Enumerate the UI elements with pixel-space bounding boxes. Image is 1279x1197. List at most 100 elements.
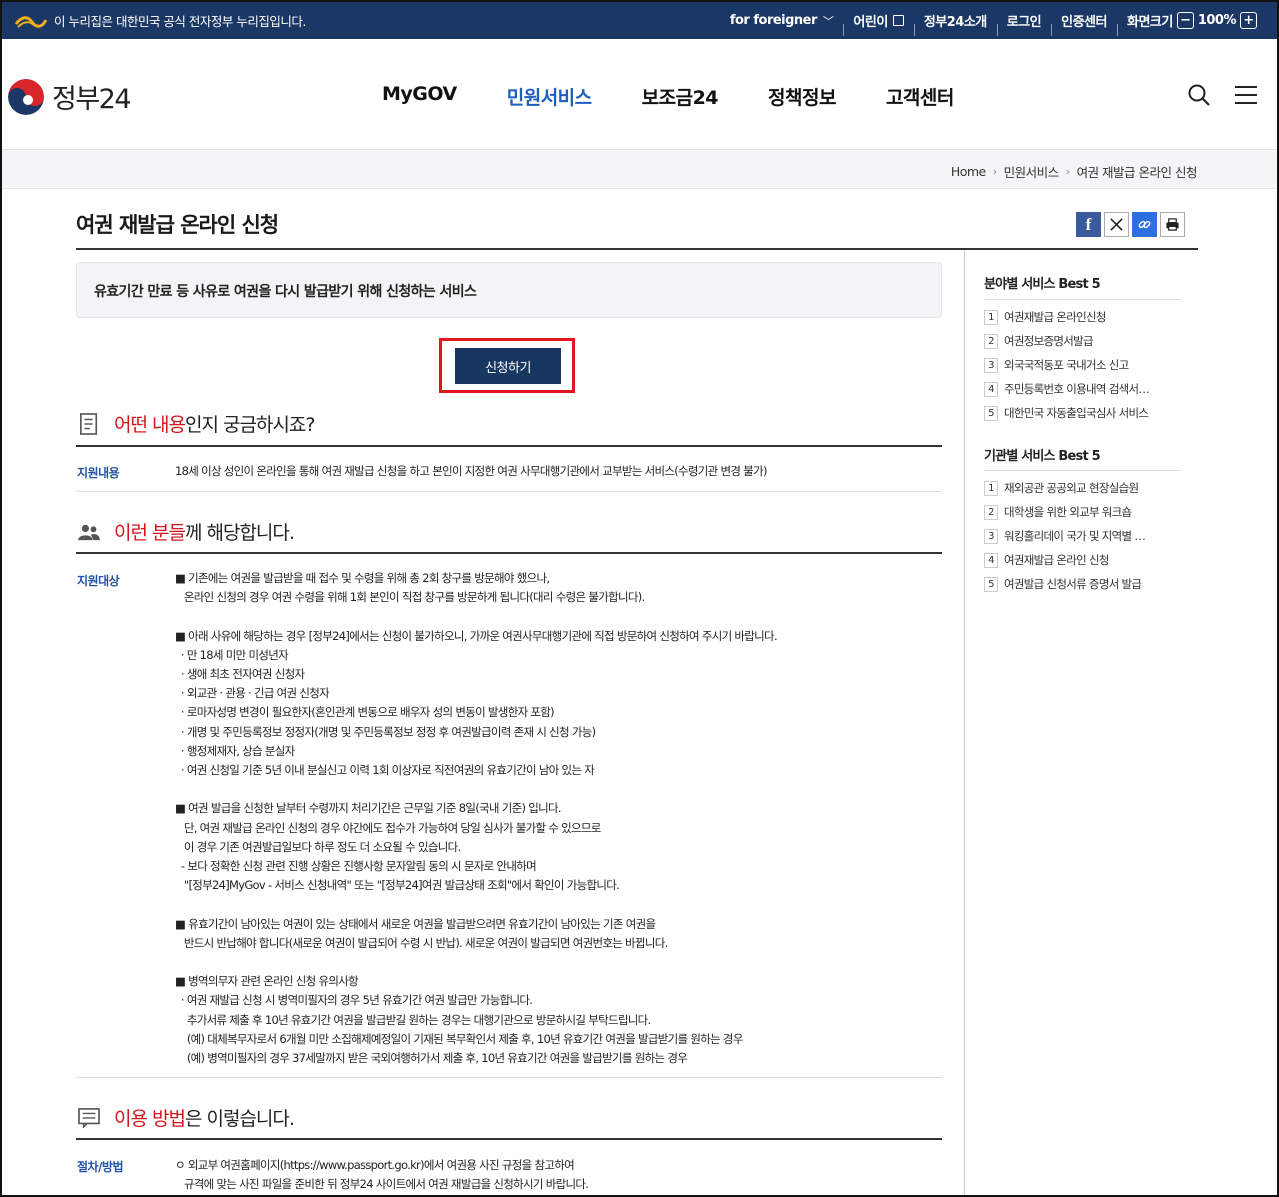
service-summary: 유효기간 만료 등 사유로 여권을 다시 발급받기 위해 신청하는 서비스	[94, 284, 477, 300]
text-line	[175, 895, 777, 914]
field-best5-item-label: 대한민국 자동출입국심사 서비스	[1004, 406, 1149, 420]
org-best5-item[interactable]: 4 여권재발급 온라인 신청	[984, 548, 1145, 572]
org-best5-item-label: 대학생을 위한 외교부 워크숍	[1004, 505, 1132, 519]
text-line: · 개명 및 주민등록정보 정정자(개명 및 주민등록정보 정정 후 여권발급이…	[175, 724, 596, 739]
brand-logo-link[interactable]: 정부24	[8, 77, 132, 116]
field-best5-item-label: 주민등록번호 이용내역 검색서…	[1004, 382, 1150, 396]
rank-number: 5	[984, 576, 998, 592]
rank-number: 1	[984, 480, 998, 496]
support-target-text: ■ 기존에는 여권을 발급받을 때 접수 및 수령을 위해 총 2회 창구를 방…	[175, 569, 778, 1068]
field-best5-item[interactable]: 3 외국국적동포 국내거소 신고	[984, 353, 1149, 377]
section-divider	[76, 445, 942, 447]
org-best5-item[interactable]: 2 대학생을 위한 외교부 워크숍	[984, 500, 1145, 524]
field-best5-title: 분야별 서비스 Best 5	[984, 277, 1101, 292]
field-best5-item[interactable]: 4 주민등록번호 이용내역 검색서…	[984, 377, 1150, 401]
page-frame: 이 누리집은 대한민국 공식 전자정부 누리집입니다. for foreigne…	[0, 0, 1279, 1197]
kids-link[interactable]: 어린이	[843, 11, 913, 36]
facebook-share-icon[interactable]: f	[1076, 212, 1101, 237]
print-icon[interactable]	[1160, 212, 1185, 237]
foreigner-link[interactable]: for foreigner ﹀	[720, 13, 844, 29]
rank-number: 5	[984, 405, 998, 421]
auth-center-link[interactable]: 인증센터	[1051, 11, 1117, 36]
breadcrumb-home[interactable]: Home	[951, 164, 986, 179]
text-line: 반드시 반납해야 합니다(새로운 여권이 발급되어 수령 시 반납). 새로운 …	[175, 935, 668, 950]
field-best5-list: 1 여권재발급 온라인신청 2 여권정보증명서발급 3 외국국적동포 국내거소 신고 4 주민…	[984, 305, 1150, 425]
gov-banner: 이 누리집은 대한민국 공식 전자정부 누리집입니다. for foreigne…	[2, 2, 1277, 39]
message-icon	[76, 1105, 102, 1131]
section-target-title: 께 해당합니다.	[184, 522, 295, 544]
nav-civil-service[interactable]: 민원서비스	[507, 83, 592, 110]
gov-notice: 이 누리집은 대한민국 공식 전자정부 누리집입니다.	[54, 14, 306, 29]
field-best5-item[interactable]: 1 여권재발급 온라인신청	[984, 305, 1149, 329]
section-content-title-highlight: 어떤 내용	[114, 414, 186, 436]
page-title: 여권 재발급 온라인 신청	[76, 213, 279, 237]
text-line: · 행정제재자, 상습 분실자	[175, 743, 295, 758]
main-nav: MyGOV 민원서비스 보조금24 정책정보 고객센터	[382, 83, 1004, 110]
screen-size-control: 화면크기 − 100% +	[1116, 11, 1271, 36]
text-line: ■ 병역의무자 관련 온라인 신청 유의사항	[175, 974, 359, 989]
field-best5-item-label: 외국국적동포 국내거소 신고	[1004, 358, 1129, 372]
text-line: ㅇ 외교부 여권홈페이지(https://www.passport.go.kr)…	[175, 1158, 575, 1172]
rank-number: 4	[984, 552, 998, 568]
header-icons	[1187, 83, 1257, 107]
org-best5-item[interactable]: 1 재외공관 공공외교 현장실습원	[984, 476, 1145, 500]
hamburger-menu-icon[interactable]	[1235, 85, 1257, 105]
x-share-icon[interactable]	[1104, 212, 1129, 237]
support-target-label: 지원대상	[77, 574, 120, 588]
text-line: · 생애 최초 전자여권 신청자	[175, 667, 305, 682]
apply-button[interactable]: 신청하기	[455, 348, 561, 384]
breadcrumb-band: Home › 민원서비스 › 여권 재발급 온라인 신청	[2, 149, 1277, 189]
procedure-label: 절차/방법	[77, 1160, 124, 1174]
site-header: 정부24 MyGOV 민원서비스 보조금24 정책정보 고객센터	[2, 39, 1277, 149]
zoom-in-button[interactable]: +	[1240, 12, 1257, 29]
section-method-heading: 이용 방법은 이렇습니다.	[76, 1104, 295, 1131]
org-best5-item-label: 여권발급 신청서류 증명서 발급	[1004, 577, 1142, 591]
rank-number: 2	[984, 504, 998, 520]
text-line: ■ 유효기간이 남아있는 여권이 있는 상태에서 새로운 여권을 발급받으려면 …	[175, 916, 656, 931]
about-link[interactable]: 정부24소개	[913, 11, 997, 36]
field-best5-item[interactable]: 5 대한민국 자동출입국심사 서비스	[984, 401, 1149, 425]
utility-links: for foreigner ﹀ 어린이 정부24소개 로그인 인증센터 화면크기 …	[720, 2, 1271, 39]
nav-customer-center[interactable]: 고객센터	[886, 83, 954, 110]
org-best5-item-label: 재외공관 공공외교 현장실습원	[1004, 481, 1139, 495]
chevron-down-icon: ﹀	[822, 14, 834, 28]
text-line: 규격에 맞는 사진 파일을 준비한 뒤 정부24 사이트에서 여권 재발급을 신…	[175, 1177, 589, 1192]
section-content-heading: 어떤 내용인지 궁금하시죠?	[76, 410, 315, 437]
text-line: (예) 병역미필자의 경우 37세말까지 받은 국외여행허가서 제출 후, 10…	[175, 1051, 688, 1066]
taegeuk-logo-icon	[8, 78, 44, 115]
breadcrumb-civil-service[interactable]: 민원서비스	[1004, 162, 1060, 181]
section-target-title-highlight: 이런 분들	[114, 522, 186, 544]
row-divider	[76, 491, 942, 492]
field-best5-item[interactable]: 2 여권정보증명서발급	[984, 329, 1149, 353]
chevron-right-icon: ›	[992, 165, 997, 178]
section-divider	[76, 1138, 942, 1140]
zoom-out-button[interactable]: −	[1176, 12, 1194, 29]
text-line: - 보다 정확한 신청 관련 진행 상황은 진행사항 문자알림 동의 시 문자로…	[175, 859, 537, 874]
chevron-right-icon: ›	[1065, 165, 1070, 178]
nav-mygov[interactable]: MyGOV	[382, 83, 457, 110]
org-best5-item[interactable]: 5 여권발급 신청서류 증명서 발급	[984, 572, 1145, 596]
text-line: ■ 여권 발급을 신청한 날부터 수령까지 처리기간은 근무일 기준 8일(국내…	[175, 801, 562, 816]
section-target-heading: 이런 분들께 해당합니다.	[76, 518, 295, 545]
row-divider	[76, 1077, 942, 1078]
nav-subsidy24[interactable]: 보조금24	[642, 83, 719, 110]
search-icon[interactable]	[1187, 83, 1211, 107]
org-best5-item-label: 워킹홀리데이 국가 및 지역별 …	[1004, 529, 1146, 543]
org-best5-item[interactable]: 3 워킹홀리데이 국가 및 지역별 …	[984, 524, 1146, 548]
procedure-text: ㅇ 외교부 여권홈페이지(https://www.passport.go.kr)…	[175, 1156, 589, 1194]
text-line: ■ 아래 사유에 해당하는 경우 [정부24]에서는 신청이 불가하오니, 가까…	[175, 628, 778, 643]
login-link[interactable]: 로그인	[996, 11, 1051, 36]
sidebar-divider	[964, 250, 965, 1195]
org-best5-title: 기관별 서비스 Best 5	[984, 449, 1101, 464]
rank-number: 1	[984, 309, 998, 325]
section-method-title-highlight: 이용 방법	[114, 1108, 186, 1130]
nav-policy-info[interactable]: 정책정보	[768, 83, 836, 110]
text-line: · 외교관 · 관용 · 긴급 여권 신청자	[175, 686, 330, 701]
zoom-level: 100%	[1197, 13, 1237, 28]
text-line: 이 경우 기존 여권발급일보다 하루 정도 더 소요될 수 있습니다.	[175, 839, 461, 854]
section-divider	[76, 552, 942, 554]
org-best5-list: 1 재외공관 공공외교 현장실습원 2 대학생을 위한 외교부 워크숍 3 워킹홀리데이 …	[984, 476, 1146, 596]
copy-link-icon[interactable]	[1132, 212, 1157, 237]
text-line	[175, 607, 777, 626]
text-line: · 로마자성명 변경이 필요한자(혼인관계 변동으로 배우자 성의 변동이 발생…	[175, 705, 555, 720]
